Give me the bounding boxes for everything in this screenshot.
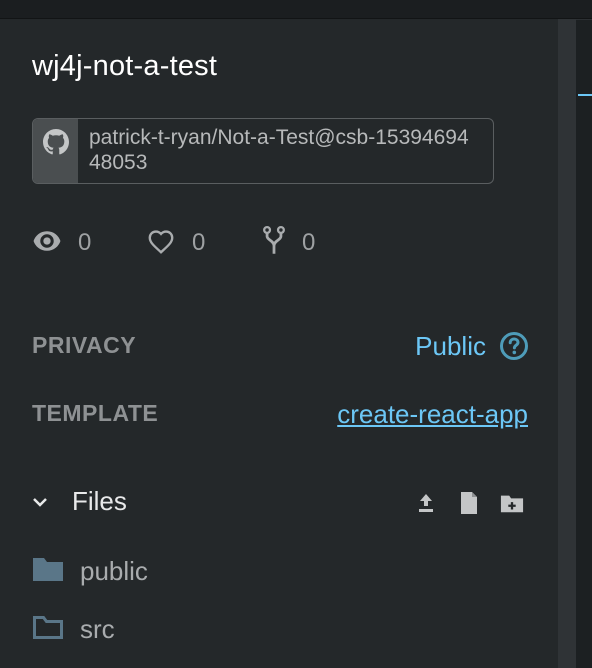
- editor-active-tab-indicator: [578, 94, 592, 96]
- forks-stat: 0: [262, 225, 316, 261]
- heart-icon[interactable]: [146, 228, 176, 259]
- chevron-down-icon[interactable]: [30, 492, 50, 517]
- template-link[interactable]: create-react-app: [337, 399, 528, 430]
- file-tree-item-label: public: [80, 555, 148, 586]
- file-tree-item-label: src: [80, 613, 115, 644]
- fork-icon: [262, 225, 286, 261]
- privacy-label: PRIVACY: [32, 332, 137, 358]
- help-icon[interactable]: [499, 331, 529, 361]
- sandbox-title[interactable]: wj4j-not-a-test: [32, 50, 217, 83]
- git-source-text: patrick-t-ryan/Not-a-Test@csb-1539469448…: [89, 126, 469, 174]
- likes-stat: 0: [146, 226, 205, 260]
- git-source-box[interactable]: patrick-t-ryan/Not-a-Test@csb-1539469448…: [32, 118, 494, 184]
- editor-area: [576, 19, 592, 668]
- new-file-icon[interactable]: [457, 490, 481, 516]
- template-label: TEMPLATE: [32, 400, 159, 426]
- sidebar-scrollbar[interactable]: [558, 19, 576, 668]
- editor-tab-divider: [576, 19, 592, 20]
- files-section-header[interactable]: Files: [28, 486, 528, 520]
- views-count: 0: [78, 229, 92, 256]
- folder-filled-icon: [32, 556, 64, 587]
- github-icon: [33, 119, 78, 183]
- likes-count: 0: [192, 229, 206, 256]
- views-stat: 0: [32, 226, 91, 260]
- forks-count: 0: [302, 229, 316, 256]
- folder-outline-icon: [32, 614, 64, 645]
- eye-icon: [32, 230, 62, 257]
- file-tree-item[interactable]: public: [32, 554, 148, 588]
- top-bar: [0, 0, 592, 19]
- files-label: Files: [72, 486, 127, 516]
- privacy-value[interactable]: Public: [415, 331, 486, 362]
- new-folder-icon[interactable]: [500, 490, 524, 516]
- file-tree-item[interactable]: src: [32, 612, 115, 646]
- upload-icon[interactable]: [414, 490, 438, 516]
